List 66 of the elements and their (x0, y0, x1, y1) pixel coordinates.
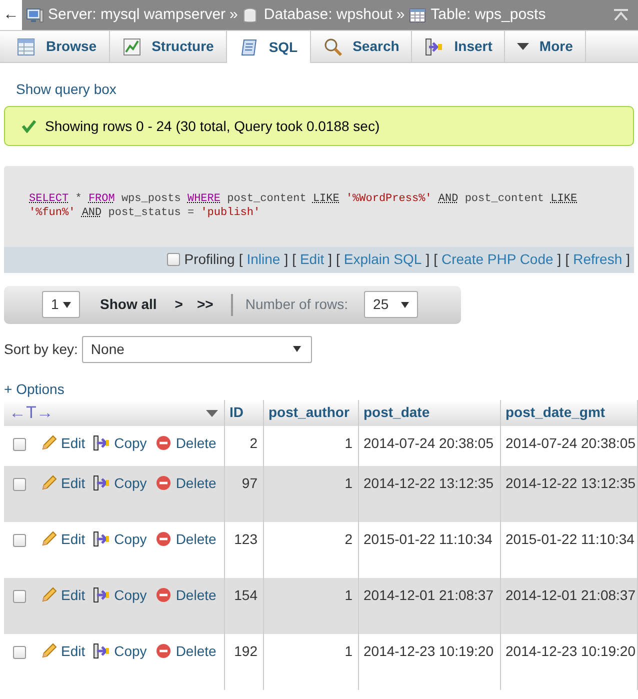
bracket: ] (328, 250, 332, 270)
table-cell: 2014-12-23 10:19:20 (500, 634, 637, 690)
show-query-box-link[interactable]: Show query box (16, 79, 116, 100)
options-link[interactable]: + Options (4, 378, 64, 400)
row-action-link[interactable]: Edit (40, 472, 86, 494)
show-all-link[interactable]: Show all (100, 294, 157, 316)
breadcrumb-link[interactable]: Database: wpshout (264, 4, 392, 26)
bracket: [ (292, 250, 296, 270)
bracket: ] (426, 250, 430, 270)
row-action-link[interactable]: Copy (93, 584, 147, 606)
row-action-link[interactable]: Edit (40, 432, 86, 454)
column-header[interactable]: post_author (263, 400, 358, 426)
table-cell: 2014-12-23 10:19:20 (358, 634, 500, 690)
table-cell: 1 (263, 634, 358, 690)
bracket: [ (565, 250, 570, 270)
column-header[interactable]: post_date_gmt (500, 400, 637, 426)
table-cell: 2014-12-22 13:12:35 (358, 466, 500, 522)
row-action-link[interactable]: Copy (93, 472, 147, 494)
row-action-link[interactable]: Edit (40, 584, 86, 606)
link[interactable]: Create PHP Code (441, 249, 554, 270)
row-action-link[interactable]: Copy (93, 528, 147, 550)
breadcrumb-link[interactable]: Table: wps_posts (430, 4, 546, 26)
profiling-label: Profiling (184, 250, 235, 270)
table-cell: 97 (224, 466, 263, 522)
bracket: ] (626, 250, 630, 270)
row-action-link[interactable]: Delete (154, 528, 216, 550)
column-header[interactable]: ID (224, 400, 263, 426)
row-action-link[interactable]: Copy (93, 640, 147, 662)
sql-query: SELECT * FROM wps_posts WHERE post_content LIKE '%WordPress%' AND post_content LIKE '%fun%' AND post_status = 'publish' (28, 192, 578, 222)
row-action-link[interactable]: Copy (93, 432, 147, 454)
link[interactable]: Refresh (573, 249, 622, 270)
row-action-link[interactable]: Edit (40, 528, 86, 550)
sort-label: Sort by key: (4, 340, 78, 359)
table-cell: 154 (224, 578, 263, 634)
sort-select[interactable]: None (82, 336, 312, 363)
table-cell: 2014-12-01 21:08:37 (500, 578, 637, 634)
link[interactable]: Inline (246, 249, 280, 270)
breadcrumb-separator: » (230, 4, 238, 25)
next-page-link[interactable]: > (174, 294, 183, 316)
message-text: Showing rows 0 - 24 (30 total, Query took 0.0188 sec) (45, 116, 380, 136)
breadcrumb-link[interactable]: Server: mysql wampserver (48, 4, 226, 26)
table-cell: 1 (263, 578, 358, 634)
table-cell: 2014-12-01 21:08:37 (358, 578, 500, 634)
breadcrumb-separator: » (396, 4, 405, 25)
link[interactable]: Explain SQL (344, 249, 422, 270)
table-cell: 192 (224, 634, 263, 690)
tab[interactable]: SQL (226, 31, 311, 63)
row-action-link[interactable]: Delete (154, 584, 216, 606)
table-cell: 2014-12-22 13:12:35 (500, 466, 637, 522)
table-cell: 1 (263, 466, 358, 522)
column-header[interactable]: post_date (358, 400, 500, 426)
rows-select[interactable]: 25 (364, 291, 418, 318)
column-arrows[interactable]: ←T→ (9, 400, 54, 426)
page-select[interactable]: 1 (42, 291, 80, 318)
row-action-link[interactable]: Edit (40, 640, 86, 662)
bracket: [ (336, 250, 340, 270)
bracket: ] (557, 250, 562, 270)
bracket: ] (284, 250, 288, 270)
link[interactable]: Edit (300, 249, 324, 270)
rows-label: Number of rows: (245, 295, 348, 314)
bracket: [ (434, 250, 438, 270)
row-action-link[interactable]: Delete (154, 432, 216, 454)
row-action-link[interactable]: Delete (154, 640, 216, 662)
row-action-link[interactable]: Delete (154, 472, 216, 494)
last-page-link[interactable]: >> (196, 294, 214, 316)
bracket: [ (238, 250, 243, 270)
